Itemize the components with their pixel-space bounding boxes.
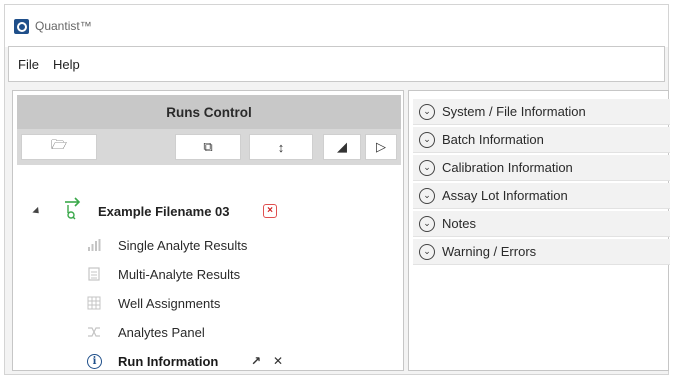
tree-item-analytes-panel[interactable]: Analytes Panel: [17, 320, 401, 344]
shuffle-icon: [87, 325, 101, 339]
section-calibration-info[interactable]: ⌄ Calibration Information: [413, 155, 670, 181]
grid-icon: [87, 296, 101, 310]
copy-icon: ⧉: [203, 139, 213, 154]
menu-help[interactable]: Help: [53, 57, 80, 72]
sort-icon: ↕: [277, 139, 285, 155]
play-icon: ▷: [376, 139, 386, 154]
information-panel: ⌄ System / File Information ⌄ Batch Info…: [408, 90, 670, 371]
app-title: Quantist™: [35, 19, 92, 33]
tree-item-label: Multi-Analyte Results: [118, 266, 241, 282]
runs-control-panel: Runs Control 🗁 ⧉ ↕ ◢ ▷ Example Filename …: [12, 90, 404, 371]
runs-control-title: Runs Control: [17, 95, 401, 129]
section-assay-lot-info[interactable]: ⌄ Assay Lot Information: [413, 183, 670, 209]
info-icon: i: [87, 353, 102, 369]
chevron-down-icon: ⌄: [419, 215, 435, 232]
title-bar: Quantist™: [5, 5, 668, 47]
section-label: Batch Information: [442, 132, 544, 147]
section-label: Assay Lot Information: [442, 188, 568, 203]
tree-item-label: Well Assignments: [118, 295, 221, 311]
file-name[interactable]: Example Filename 03: [98, 204, 230, 219]
section-system-file-info[interactable]: ⌄ System / File Information: [413, 99, 670, 125]
triangle-button[interactable]: ◢: [323, 134, 361, 160]
section-label: Notes: [442, 216, 476, 231]
chevron-down-icon: ⌄: [419, 131, 435, 148]
popout-icon[interactable]: ↗: [251, 354, 261, 368]
section-batch-info[interactable]: ⌄ Batch Information: [413, 127, 670, 153]
tree-item-label: Analytes Panel: [118, 324, 205, 340]
expand-arrow-icon[interactable]: [32, 206, 42, 216]
section-warning-errors[interactable]: ⌄ Warning / Errors: [413, 239, 670, 265]
section-label: System / File Information: [442, 104, 586, 119]
menu-file[interactable]: File: [18, 57, 39, 72]
sort-button[interactable]: ↕: [249, 134, 313, 160]
chart-icon: [87, 238, 101, 252]
play-button[interactable]: ▷: [365, 134, 397, 160]
tree-item-label: Run Information: [118, 353, 219, 369]
chevron-down-icon: ⌄: [419, 159, 435, 176]
tree-item-single-analyte[interactable]: Single Analyte Results: [17, 233, 401, 257]
runs-toolbar: 🗁 ⧉ ↕ ◢ ▷: [17, 129, 401, 165]
chevron-down-icon: ⌄: [419, 243, 435, 260]
menu-bar: File Help: [8, 46, 665, 82]
tree-item-well-assignments[interactable]: Well Assignments: [17, 291, 401, 315]
file-node[interactable]: Example Filename 03 ×: [17, 197, 401, 223]
file-icon: [65, 197, 81, 220]
document-icon: [87, 267, 101, 281]
close-file-icon[interactable]: ×: [263, 204, 277, 218]
section-notes[interactable]: ⌄ Notes: [413, 211, 670, 237]
triangle-icon: ◢: [337, 139, 347, 154]
chevron-down-icon: ⌄: [419, 103, 435, 120]
app-logo-icon: [14, 18, 29, 34]
open-folder-button[interactable]: 🗁: [21, 134, 97, 160]
folder-icon: 🗁: [50, 137, 68, 152]
section-label: Warning / Errors: [442, 244, 537, 259]
close-icon[interactable]: ✕: [273, 354, 283, 368]
section-label: Calibration Information: [442, 160, 573, 175]
chevron-down-icon: ⌄: [419, 187, 435, 204]
tree-item-multi-analyte[interactable]: Multi-Analyte Results: [17, 262, 401, 286]
copy-button[interactable]: ⧉: [175, 134, 241, 160]
tree-item-run-information[interactable]: i Run Information ↗ ✕: [17, 349, 401, 373]
tree-item-label: Single Analyte Results: [118, 237, 248, 253]
